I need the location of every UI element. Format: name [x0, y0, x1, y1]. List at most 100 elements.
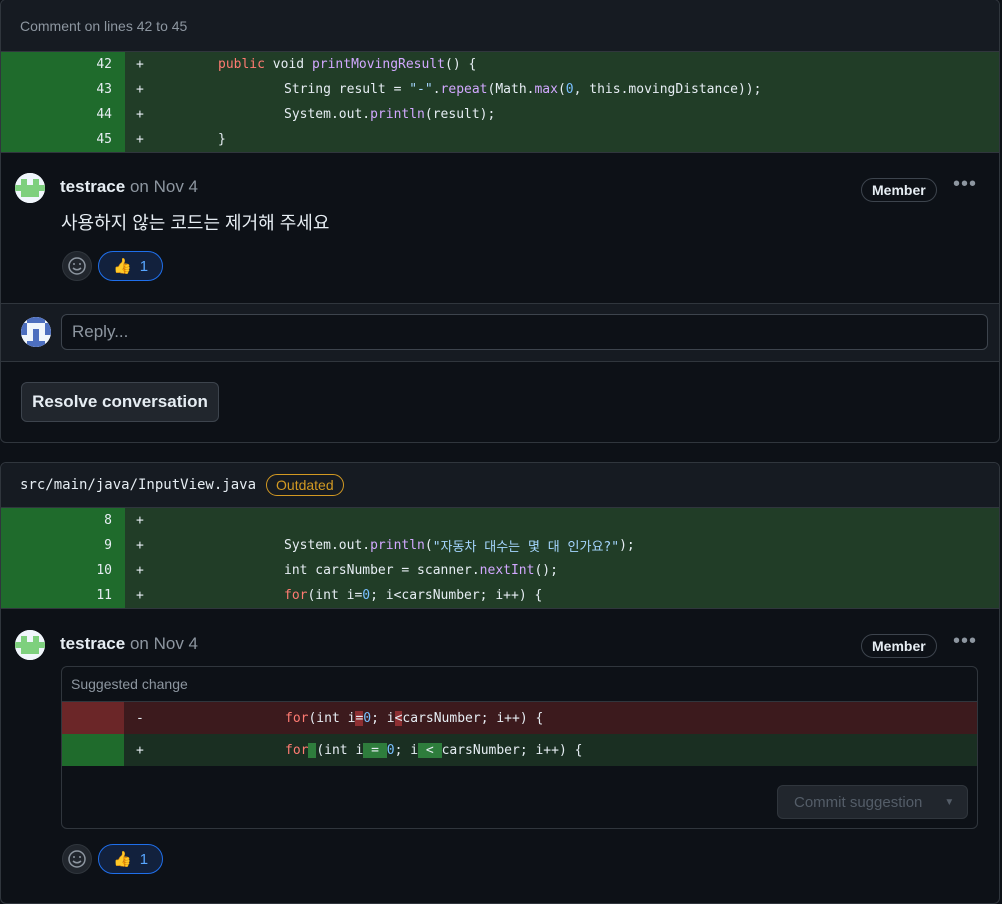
code-token: nextInt — [479, 563, 535, 578]
add-reaction-button[interactable] — [62, 844, 92, 874]
code-token: carsNumber; i++) { — [402, 710, 544, 726]
add-reaction-button[interactable] — [62, 251, 92, 281]
comment-date[interactable]: on Nov 4 — [130, 634, 198, 653]
code-token: 0 — [363, 710, 372, 726]
diff-sign: + — [136, 588, 144, 603]
line-number: 10 — [1, 558, 125, 583]
code-token: , this.movingDistance)); — [573, 82, 762, 97]
code-token — [308, 742, 317, 758]
code-token: max — [534, 82, 558, 97]
thread-header: Comment on lines 42 to 45 — [1, 0, 999, 52]
code-token: 0 — [386, 742, 395, 758]
diff-sign: + — [136, 57, 144, 72]
code-token: System.out. — [284, 538, 371, 553]
current-user-avatar[interactable] — [21, 317, 51, 347]
comment-lines-label: Comment on lines 42 to 45 — [20, 17, 188, 34]
code-token: < — [418, 742, 442, 758]
code-token: 0 — [362, 588, 371, 603]
code-token: (int i — [316, 742, 364, 758]
avatar[interactable] — [15, 630, 45, 660]
comment-author-line: testrace on Nov 4 — [60, 634, 198, 654]
code-token: (); — [534, 563, 558, 578]
identicon-icon — [21, 317, 51, 347]
thumbs-up-reaction[interactable]: 👍 1 — [98, 844, 164, 874]
suggestion-del-line: - for (int i = 0; i < carsNumber; i++) { — [62, 702, 977, 734]
caret-down-icon: ▼ — [944, 796, 955, 808]
identicon-icon — [15, 173, 45, 203]
line-number: 9 — [1, 533, 125, 558]
diff-sign: - — [136, 710, 144, 726]
diff-sign: + — [136, 538, 144, 553]
code-token: for — [285, 742, 309, 758]
code-token: ; i — [394, 742, 419, 758]
code-token: String result = — [284, 82, 410, 97]
more-options-icon[interactable]: ••• — [953, 173, 977, 196]
line-number: 42 — [1, 52, 125, 77]
suggested-change-header: Suggested change — [62, 667, 977, 702]
diff-line: 11 + for (int i= 0; i<carsNumber; i++) { — [1, 583, 999, 608]
code-token: println — [370, 107, 425, 122]
code-token: (int i — [308, 710, 356, 726]
diff-line: 44 + System.out. println (result); — [1, 102, 999, 127]
smiley-icon — [68, 257, 86, 275]
code-token: (result); — [424, 107, 496, 122]
code-token: } — [218, 132, 226, 147]
comment-date[interactable]: on Nov 4 — [130, 177, 198, 196]
review-thread-1: Comment on lines 42 to 45 42 + public voi… — [0, 0, 1000, 443]
suggested-change-box: Suggested change - for (int i = 0; i < carsNum… — [61, 666, 978, 829]
reaction-count: 1 — [139, 850, 149, 868]
code-token: ); — [619, 538, 635, 553]
line-number: 45 — [1, 127, 125, 152]
diff-line: 8 + — [1, 508, 999, 533]
member-badge: Member — [861, 178, 937, 202]
thumbs-up-icon: 👍 — [113, 851, 132, 868]
diff-sign: + — [136, 742, 144, 758]
comment-author-line: testrace on Nov 4 — [60, 177, 198, 197]
review-comment: testrace on Nov 4 Member ••• Suggested c… — [1, 608, 999, 899]
code-token: () { — [445, 57, 477, 72]
code-token: ; i<carsNumber; i++) { — [370, 588, 543, 603]
code-token: ( — [557, 82, 566, 97]
code-token: (Math. — [487, 82, 535, 97]
avatar[interactable] — [15, 173, 45, 203]
diff-line: 45 +} — [1, 127, 999, 152]
code-token: 0 — [565, 82, 574, 97]
author-name[interactable]: testrace — [60, 634, 125, 653]
code-token: printMovingResult — [311, 57, 445, 72]
thumbs-up-reaction[interactable]: 👍 1 — [98, 251, 164, 281]
code-token: for — [285, 710, 309, 726]
diff-sign: + — [136, 513, 144, 528]
more-options-icon[interactable]: ••• — [953, 630, 977, 653]
diff-line: 43 + String result = "-". repeat (Math. max(… — [1, 77, 999, 102]
diff-sign: + — [136, 563, 144, 578]
diff-line: 10 + int carsNumber = scanner. nextInt (); — [1, 558, 999, 583]
reply-placeholder: Reply... — [72, 322, 129, 341]
code-token: for — [284, 588, 308, 603]
diff-sign: + — [136, 132, 144, 147]
code-token: ( — [424, 538, 433, 553]
review-comment: testrace on Nov 4 Member ••• 사용하지 않는 코드는… — [1, 152, 999, 303]
file-path[interactable]: src/main/java/InputView.java — [20, 477, 256, 493]
commit-suggestion-button[interactable]: Commit suggestion ▼ — [777, 785, 968, 819]
reply-input[interactable]: Reply... — [61, 314, 988, 350]
thumbs-up-icon: 👍 — [113, 258, 132, 275]
code-token: = — [355, 710, 364, 726]
review-thread-2: src/main/java/InputView.java Outdated 8 … — [0, 462, 1000, 904]
code-token: System.out. — [284, 107, 371, 122]
author-name[interactable]: testrace — [60, 177, 125, 196]
smiley-icon — [68, 850, 86, 868]
code-token: (int i= — [307, 588, 363, 603]
code-token: repeat — [440, 82, 488, 97]
diff-sign: + — [136, 107, 144, 122]
diff-block: 8 + 9 + System.out. println("자동차 대수는 몇 대 인… — [1, 508, 999, 608]
suggestion-add-line: + for (int i = 0; i < carsNumber; i++) { — [62, 734, 977, 766]
line-number: 44 — [1, 102, 125, 127]
line-number: 8 — [1, 508, 125, 533]
diff-line: 9 + System.out. println("자동차 대수는 몇 대 인가요?"… — [1, 533, 999, 558]
commit-suggestion-label: Commit suggestion — [794, 793, 923, 811]
resolve-conversation-button[interactable]: Resolve conversation — [21, 382, 219, 422]
code-token: println — [370, 538, 425, 553]
member-badge: Member — [861, 634, 937, 658]
code-token: "-" — [409, 82, 433, 97]
diff-sign: + — [136, 82, 144, 97]
